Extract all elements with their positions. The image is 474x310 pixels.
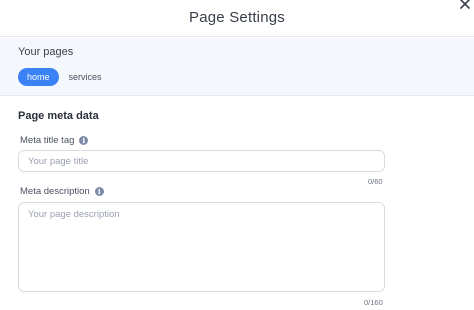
page-tabs: home services <box>18 68 111 86</box>
meta-title-counter: 0/60 <box>368 177 383 186</box>
info-icon[interactable]: i <box>79 136 89 145</box>
meta-title-label: Meta title tag i <box>20 135 89 146</box>
section-title: Page meta data <box>18 110 99 122</box>
modal-title: Page Settings <box>189 9 285 26</box>
meta-description-label-text: Meta description <box>20 186 90 197</box>
tab-home[interactable]: home <box>18 68 59 86</box>
meta-title-input[interactable] <box>18 150 385 172</box>
meta-title-label-text: Meta title tag <box>20 135 75 146</box>
tab-services[interactable]: services <box>69 68 111 86</box>
meta-description-counter: 0/160 <box>364 298 383 307</box>
pages-label: Your pages <box>18 46 74 58</box>
meta-description-input[interactable] <box>18 202 385 292</box>
close-icon[interactable] <box>458 0 472 11</box>
meta-description-label: Meta description i <box>20 186 104 197</box>
info-icon[interactable]: i <box>94 187 104 196</box>
modal-header: Page Settings <box>0 0 474 37</box>
pages-panel: Your pages home services <box>0 38 474 96</box>
